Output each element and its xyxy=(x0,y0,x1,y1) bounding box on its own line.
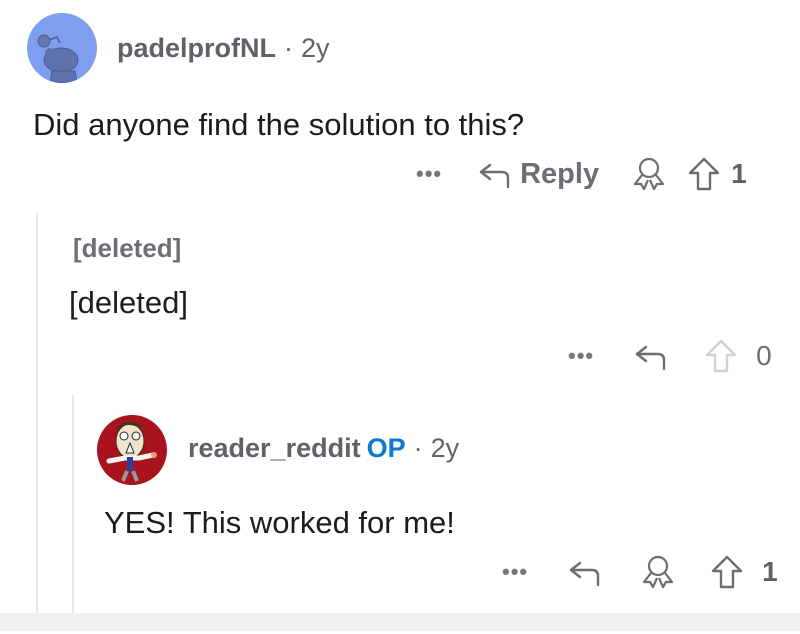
username[interactable]: reader_reddit xyxy=(188,433,361,463)
meta-separator: · xyxy=(284,33,293,63)
reply-icon xyxy=(479,163,510,189)
thread-line-level-1[interactable] xyxy=(36,213,38,613)
comment-meta: padelprofNL · 2y xyxy=(117,33,330,64)
comment-body: Did anyone find the solution to this? xyxy=(33,107,525,142)
snoo-avatar-icon xyxy=(37,34,79,83)
more-options-button[interactable]: ••• xyxy=(502,559,528,585)
more-options-button[interactable]: ••• xyxy=(568,343,594,369)
thread-line-level-2[interactable] xyxy=(72,395,74,613)
vote-count: 1 xyxy=(731,158,747,189)
upvote-icon[interactable] xyxy=(687,156,721,192)
award-icon[interactable] xyxy=(631,156,667,192)
comment-age: 2y xyxy=(430,433,460,463)
avatar[interactable] xyxy=(97,415,167,485)
op-badge: OP xyxy=(366,433,406,463)
comment-actions: ••• 1 xyxy=(502,554,778,590)
comment-body: YES! This worked for me! xyxy=(104,505,455,540)
comment-actions: ••• Reply 1 xyxy=(416,156,747,192)
comment-actions: ••• 0 xyxy=(568,338,772,374)
more-options-button[interactable]: ••• xyxy=(416,161,442,187)
cartoon-avatar-icon xyxy=(106,422,157,482)
username: [deleted] xyxy=(73,233,182,263)
vote-count: 1 xyxy=(762,556,778,587)
upvote-icon[interactable] xyxy=(710,554,744,590)
reply-icon[interactable] xyxy=(634,341,668,371)
reply-icon[interactable] xyxy=(568,557,602,587)
reply-button[interactable]: Reply xyxy=(478,158,599,191)
upvote-icon[interactable] xyxy=(704,338,738,374)
award-icon[interactable] xyxy=(640,554,676,590)
comment-meta: reader_reddit OP · 2y xyxy=(188,433,459,464)
avatar[interactable] xyxy=(27,13,97,83)
meta-separator: · xyxy=(413,433,423,463)
comment-body: [deleted] xyxy=(69,285,188,320)
vote-count: 0 xyxy=(756,340,772,371)
comment-age: 2y xyxy=(301,33,330,63)
bottom-divider xyxy=(0,613,800,631)
reply-label: Reply xyxy=(520,157,600,190)
username[interactable]: padelprofNL xyxy=(117,33,276,63)
